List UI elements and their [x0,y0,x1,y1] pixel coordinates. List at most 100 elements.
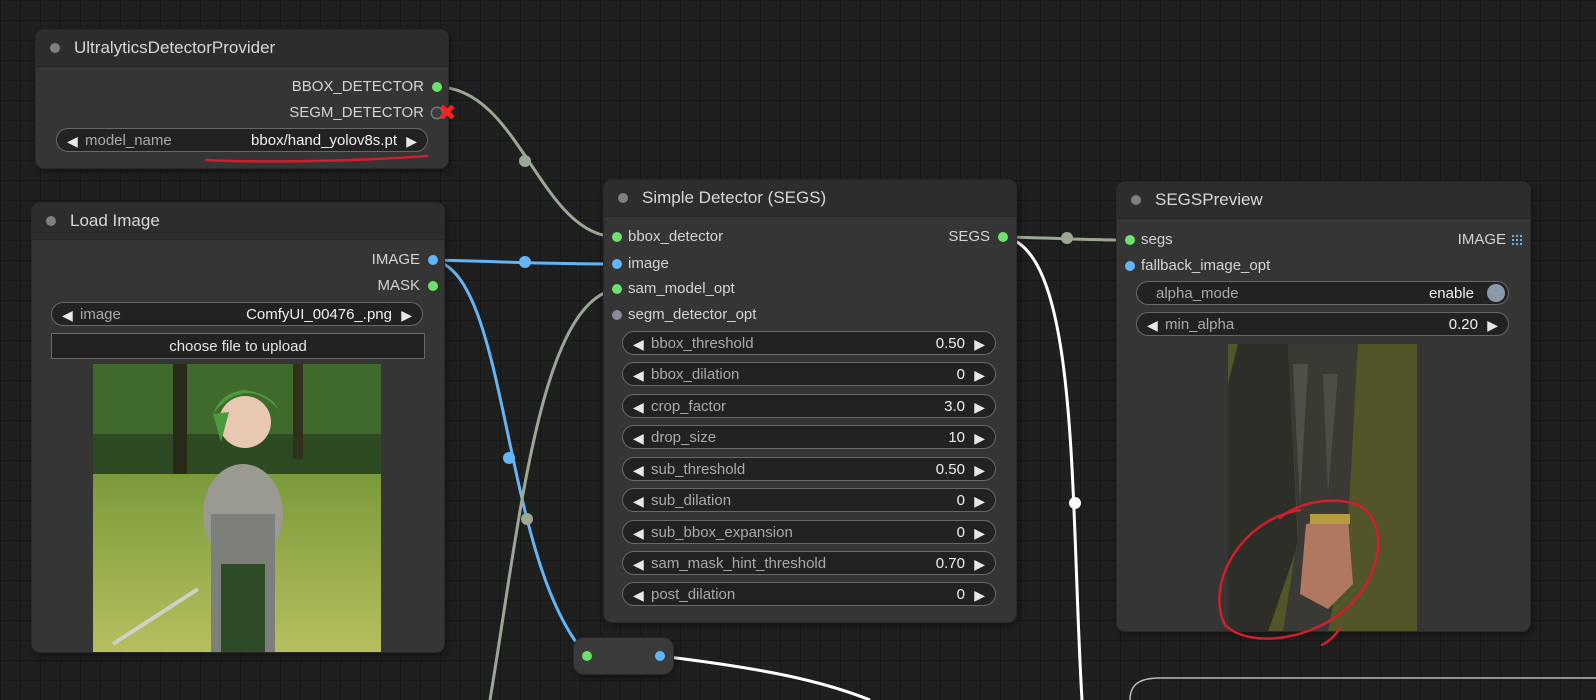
node-title[interactable]: SEGSPreview [1117,182,1530,219]
arrow-right-icon[interactable]: ▶ [406,129,417,153]
input-dot-icon[interactable] [612,232,622,242]
arrow-right-icon[interactable]: ▶ [974,332,985,356]
link-reroute-out[interactable] [659,654,871,700]
arrow-left-icon[interactable]: ◀ [633,363,644,387]
widget-label: alpha_mode [1156,285,1239,302]
widget-value: 3.0 [944,398,965,415]
link-midpoint[interactable] [1061,232,1073,244]
bbox-threshold-field[interactable]: ◀ bbox_threshold 0.50 ▶ [622,331,996,355]
arrow-left-icon[interactable]: ◀ [633,489,644,513]
sub-threshold-field[interactable]: ◀ sub_threshold 0.50 ▶ [622,457,996,481]
input-fallback-image-opt[interactable]: fallback_image_opt [1125,256,1270,276]
arrow-right-icon[interactable]: ▶ [974,395,985,419]
arrow-right-icon[interactable]: ▶ [974,521,985,545]
drop-size-field[interactable]: ◀ drop_size 10 ▶ [622,425,996,449]
grid-icon[interactable] [1512,235,1522,245]
arrow-left-icon[interactable]: ◀ [1147,313,1158,337]
node-ultralytics-detector-provider[interactable]: UltralyticsDetectorProvider BBOX_DETECTO… [36,30,456,168]
input-image[interactable]: image [612,254,669,274]
arrow-right-icon[interactable]: ▶ [1487,313,1498,337]
collapse-dot-icon[interactable] [618,193,628,203]
node-segs-preview[interactable]: SEGSPreview segs fallback_image_opt IMAG… [1117,182,1530,631]
output-bbox-detector[interactable]: BBOX_DETECTOR [292,77,442,97]
arrow-right-icon[interactable]: ▶ [401,303,412,327]
link-midpoint[interactable] [519,155,531,167]
widget-value: ComfyUI_00476_.png [246,306,392,323]
widget-value: 0.20 [1448,316,1478,333]
arrow-right-icon[interactable]: ▶ [974,363,985,387]
output-dot-icon[interactable] [428,255,438,265]
reroute-node[interactable] [574,638,673,674]
input-label: image [628,255,669,272]
link-midpoint[interactable] [521,513,533,525]
collapse-dot-icon[interactable] [1131,195,1141,205]
reroute-input-dot-icon[interactable] [582,651,592,661]
arrow-left-icon[interactable]: ◀ [633,458,644,482]
node-title[interactable]: Load Image [32,203,444,240]
image-combo[interactable]: ◀ image ComfyUI_00476_.png ▶ [51,302,423,326]
node-title[interactable]: Simple Detector (SEGS) [604,180,1016,217]
sub-dilation-field[interactable]: ◀ sub_dilation 0 ▶ [622,488,996,512]
link-midpoint[interactable] [519,256,531,268]
arrow-left-icon[interactable]: ◀ [633,552,644,576]
arrow-left-icon[interactable]: ◀ [633,395,644,419]
arrow-right-icon[interactable]: ▶ [974,552,985,576]
widget-value: 0 [956,492,965,509]
arrow-right-icon[interactable]: ▶ [974,426,985,450]
arrow-left-icon[interactable]: ◀ [67,129,78,153]
output-dot-icon[interactable] [428,281,438,291]
crop-factor-field[interactable]: ◀ crop_factor 3.0 ▶ [622,394,996,418]
output-segm-detector[interactable]: SEGM_DETECTOR [289,103,442,123]
link-midpoint[interactable] [503,452,515,464]
input-segm-detector-opt[interactable]: segm_detector_opt [612,305,756,325]
arrow-left-icon[interactable]: ◀ [633,332,644,356]
post-dilation-field[interactable]: ◀ post_dilation 0 ▶ [622,582,996,606]
widget-value: 0 [956,524,965,541]
input-bbox-detector[interactable]: bbox_detector [612,227,723,247]
link-midpoint[interactable] [1069,497,1081,509]
reroute-output-dot-icon[interactable] [655,651,665,661]
arrow-left-icon[interactable]: ◀ [633,521,644,545]
input-segs[interactable]: segs [1125,230,1173,250]
arrow-right-icon[interactable]: ▶ [974,458,985,482]
collapse-dot-icon[interactable] [50,43,60,53]
output-mask[interactable]: MASK [377,276,438,296]
output-image[interactable]: IMAGE [372,250,438,270]
model-name-combo[interactable]: ◀ model_name bbox/hand_yolov8s.pt ▶ [56,128,428,152]
node-load-image[interactable]: Load Image IMAGE MASK ◀ image ComfyUI_00… [32,203,444,652]
widget-value: bbox/hand_yolov8s.pt [251,132,397,149]
alpha-mode-toggle[interactable]: alpha_mode enable [1136,281,1509,305]
input-dot-icon[interactable] [1125,235,1135,245]
choose-file-button[interactable]: choose file to upload [51,333,425,359]
widget-label: sam_mask_hint_threshold [651,555,827,572]
arrow-right-icon[interactable]: ▶ [974,489,985,513]
sub-bbox-expansion-field[interactable]: ◀ sub_bbox_expansion 0 ▶ [622,520,996,544]
node-simple-detector[interactable]: Simple Detector (SEGS) bbox_detector ima… [604,180,1016,622]
sam-mask-hint-threshold-field[interactable]: ◀ sam_mask_hint_threshold 0.70 ▶ [622,551,996,575]
arrow-left-icon[interactable]: ◀ [633,426,644,450]
input-dot-icon[interactable] [612,310,622,320]
arrow-left-icon[interactable]: ◀ [633,583,644,607]
min-alpha-field[interactable]: ◀ min_alpha 0.20 ▶ [1136,312,1509,336]
input-dot-icon[interactable] [612,259,622,269]
widget-value: 10 [948,429,965,446]
widget-label: sub_threshold [651,461,746,478]
output-label: IMAGE [371,251,420,268]
output-dot-icon[interactable] [998,232,1008,242]
output-image[interactable]: IMAGE [1458,230,1522,250]
collapse-dot-icon[interactable] [46,216,56,226]
input-dot-icon[interactable] [1125,261,1135,271]
widget-label: crop_factor [651,398,727,415]
image-preview [93,364,381,652]
output-segs[interactable]: SEGS [948,227,1008,247]
arrow-right-icon[interactable]: ▶ [974,583,985,607]
node-title[interactable]: UltralyticsDetectorProvider [36,30,448,67]
input-sam-model-opt[interactable]: sam_model_opt [612,279,735,299]
output-label: SEGM_DETECTOR [289,104,424,121]
bbox-dilation-field[interactable]: ◀ bbox_dilation 0 ▶ [622,362,996,386]
toggle-knob-icon[interactable] [1487,284,1505,302]
output-dot-icon[interactable] [432,82,442,92]
input-dot-icon[interactable] [612,284,622,294]
arrow-left-icon[interactable]: ◀ [62,303,73,327]
node-title-text: Simple Detector (SEGS) [642,188,827,207]
